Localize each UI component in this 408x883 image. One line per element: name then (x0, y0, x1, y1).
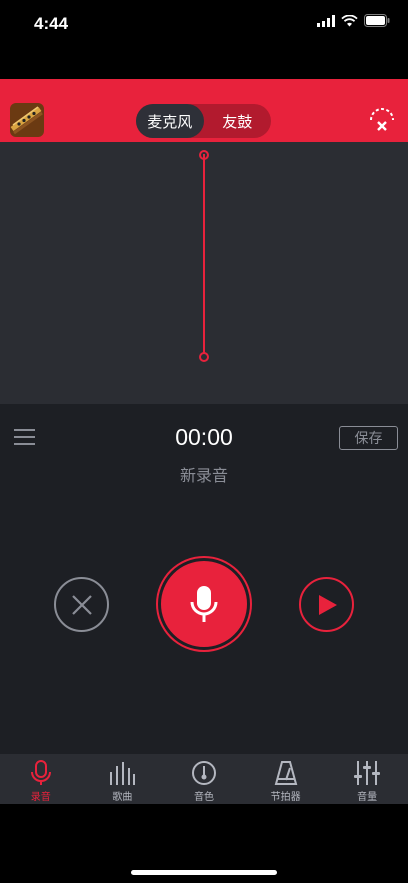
segment-drum[interactable]: 友鼓 (204, 104, 272, 138)
tab-volume[interactable]: 音量 (326, 754, 408, 804)
battery-icon (364, 14, 390, 27)
play-icon (318, 594, 337, 615)
tab-tone[interactable]: 音色 (163, 754, 245, 804)
input-source-segmented-control: 麦克风 友鼓 (136, 104, 271, 138)
signal-icon (317, 14, 335, 27)
status-time: 4:44 (34, 14, 69, 33)
home-indicator[interactable] (131, 870, 277, 875)
status-icons (317, 14, 390, 27)
status-bar: 4:44 (0, 0, 408, 50)
segment-microphone[interactable]: 麦克风 (136, 104, 204, 138)
recorder-panel: 00:00 新录音 保存 (0, 404, 408, 754)
tab-label: 节拍器 (270, 792, 301, 803)
equalizer-bars-icon (110, 762, 136, 785)
record-button[interactable] (158, 558, 250, 650)
tab-label: 录音 (30, 792, 51, 803)
tab-record[interactable]: 录音 (0, 754, 82, 804)
tab-label: 音量 (357, 792, 378, 803)
save-button[interactable]: 保存 (339, 426, 398, 450)
waveform-area[interactable] (0, 142, 408, 404)
metronome-icon (274, 761, 297, 785)
sliders-icon (354, 761, 381, 785)
wifi-icon (341, 14, 358, 26)
instrument-logo-icon[interactable] (10, 103, 44, 137)
playhead-line (203, 154, 205, 356)
app-header: 麦克风 友鼓 (0, 79, 408, 142)
tab-label: 音色 (193, 792, 214, 803)
tuner-icon[interactable] (368, 105, 396, 133)
tab-label: 歌曲 (112, 792, 133, 803)
tab-bar: 录音 歌曲 音色 节拍器 音量 (0, 754, 408, 804)
playhead-bottom-handle[interactable] (199, 352, 209, 362)
microphone-icon (190, 586, 218, 622)
home-indicator-area (0, 804, 408, 883)
tab-metronome[interactable]: 节拍器 (245, 754, 327, 804)
tab-songs[interactable]: 歌曲 (82, 754, 164, 804)
cancel-button[interactable] (54, 577, 109, 632)
close-icon (71, 594, 92, 615)
microphone-icon (30, 760, 51, 785)
play-button[interactable] (299, 577, 354, 632)
tone-dial-icon (191, 761, 216, 785)
recording-name[interactable]: 新录音 (0, 462, 408, 486)
